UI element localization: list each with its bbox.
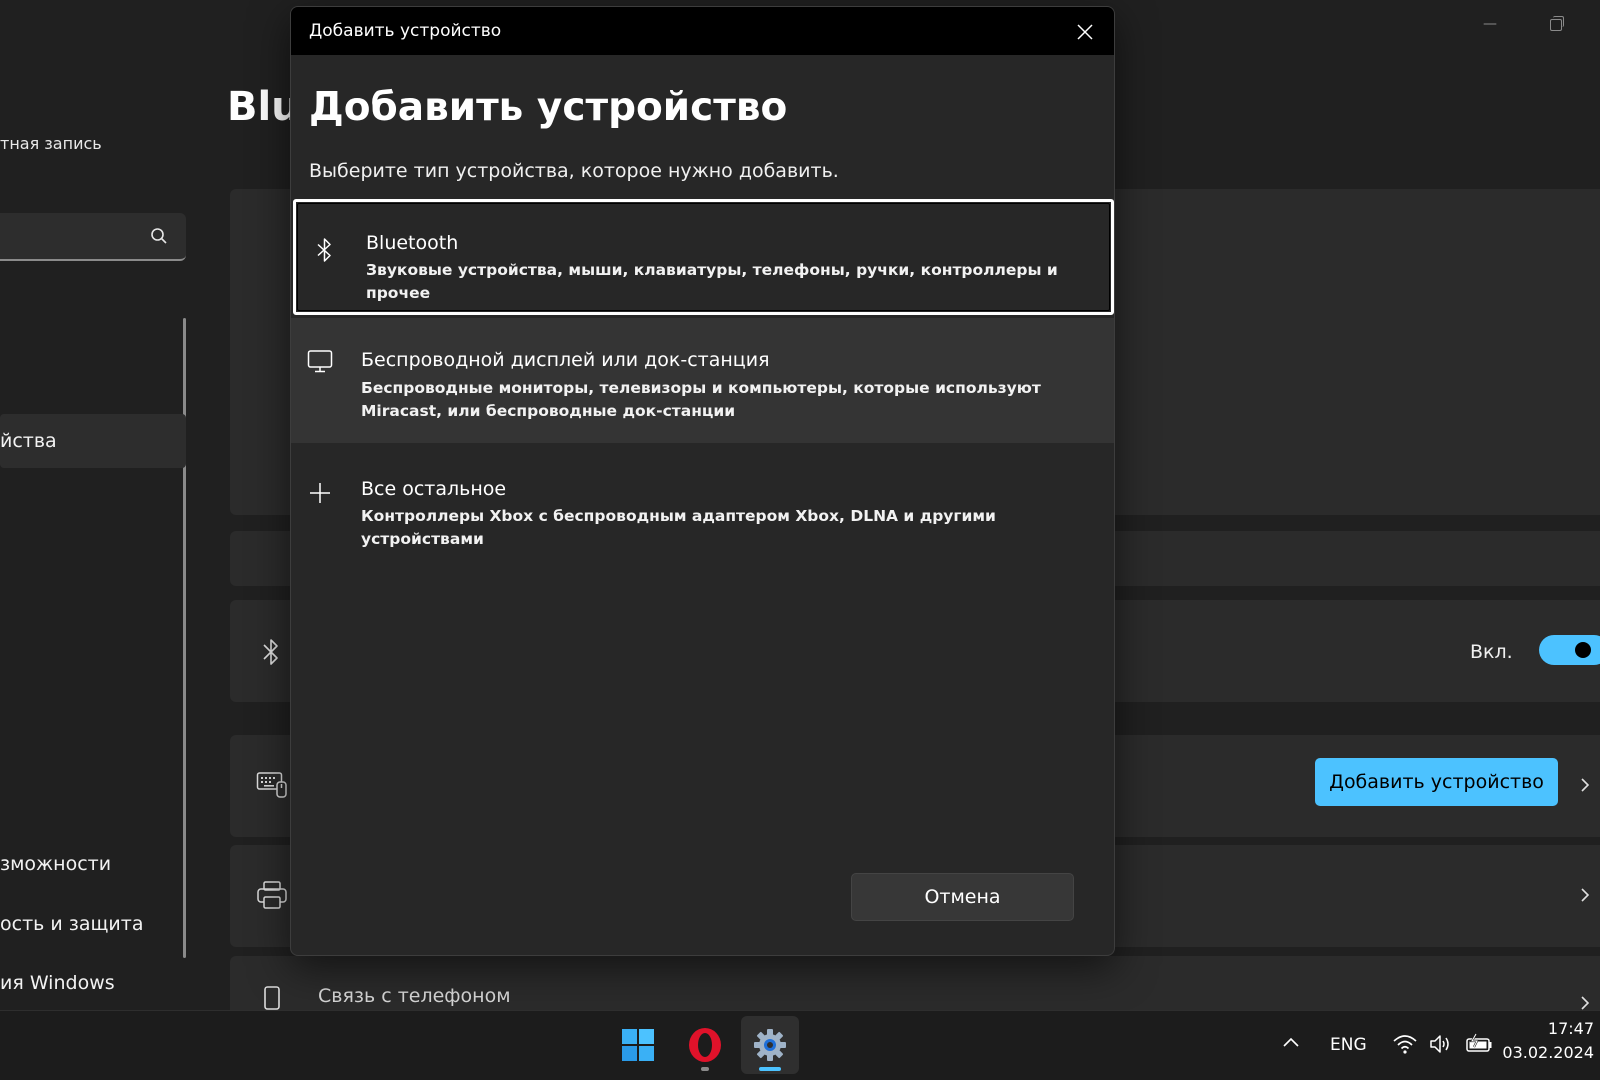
add-device-dialog: Добавить устройство Добавить устройство … (290, 6, 1115, 956)
dialog-heading: Добавить устройство (309, 85, 788, 130)
dialog-titlebar[interactable]: Добавить устройство (291, 7, 1114, 55)
plus-icon (310, 483, 330, 503)
language-indicator[interactable]: ENG (1330, 1035, 1367, 1055)
volume-icon[interactable] (1428, 1032, 1454, 1056)
monitor-icon (307, 350, 333, 373)
phone-icon (264, 986, 280, 1010)
clock-date[interactable]: 03.02.2024 (1484, 1043, 1594, 1062)
chevron-right-icon[interactable] (1578, 996, 1592, 1010)
search-input[interactable] (0, 213, 186, 261)
taskbar-app-settings[interactable] (741, 1016, 799, 1074)
option-title: Bluetooth (366, 232, 459, 254)
chevron-right-icon[interactable] (1578, 888, 1592, 902)
restore-button[interactable] (1546, 14, 1566, 34)
bluetooth-icon (263, 639, 278, 665)
chevron-up-icon[interactable] (1282, 1036, 1300, 1048)
clock-time[interactable]: 17:47 (1484, 1019, 1594, 1038)
add-device-button[interactable]: Добавить устройство (1315, 758, 1558, 806)
bluetooth-icon (317, 238, 331, 262)
dialog-window-title: Добавить устройство (309, 21, 502, 41)
start-button[interactable] (609, 1016, 667, 1074)
nav-item-windows-update[interactable]: ия Windows (0, 972, 115, 994)
option-description: Беспроводные мониторы, телевизоры и комп… (361, 379, 1041, 420)
account-label[interactable]: тная запись (0, 134, 102, 153)
bluetooth-toggle[interactable] (1539, 635, 1600, 665)
option-description: Контроллеры Xbox с беспроводным адаптеро… (361, 507, 996, 548)
cancel-button[interactable]: Отмена (851, 873, 1074, 921)
keyboard-mouse-icon (256, 772, 287, 798)
dialog-subtitle: Выберите тип устройства, которое нужно д… (309, 160, 839, 182)
option-wireless-display[interactable]: Беспроводной дисплей или док-станция Бес… (291, 318, 1114, 443)
close-icon[interactable] (1072, 19, 1098, 45)
option-bluetooth[interactable]: Bluetooth Звуковые устройства, мыши, кла… (293, 199, 1114, 315)
app-running-indicator (701, 1067, 709, 1071)
chevron-right-icon[interactable] (1578, 778, 1592, 792)
page-title: Blu (227, 84, 300, 130)
opera-icon (689, 1028, 721, 1062)
search-icon (151, 228, 167, 244)
minimize-button[interactable]: — (1480, 14, 1500, 34)
app-active-indicator (759, 1067, 781, 1071)
option-description: Звуковые устройства, мыши, клавиатуры, т… (366, 261, 1058, 302)
settings-icon (754, 1029, 786, 1061)
phone-link-label: Связь с телефоном (318, 985, 511, 1007)
bluetooth-toggle-label: Вкл. (1470, 641, 1513, 663)
nav-item-privacy[interactable]: ость и защита (0, 913, 143, 935)
start-icon (622, 1029, 654, 1061)
option-title: Все остальное (361, 478, 507, 500)
nav-item-devices[interactable]: йства (0, 414, 186, 468)
wifi-icon[interactable] (1392, 1032, 1418, 1056)
printer-icon (257, 881, 287, 909)
option-everything-else[interactable]: Все остальное Контроллеры Xbox с беспров… (291, 447, 1114, 572)
taskbar-app-opera[interactable] (676, 1016, 734, 1074)
nav-item-accessibility[interactable]: зможности (0, 853, 111, 875)
option-title: Беспроводной дисплей или док-станция (361, 349, 770, 371)
